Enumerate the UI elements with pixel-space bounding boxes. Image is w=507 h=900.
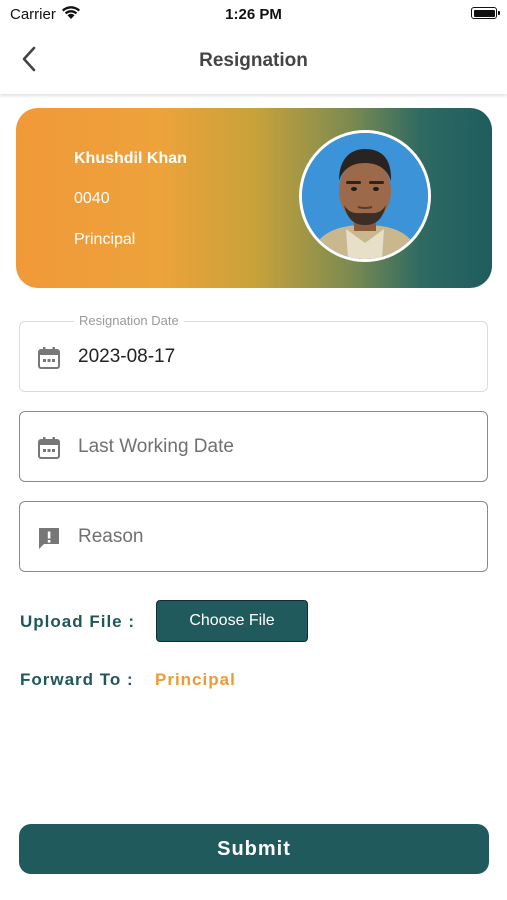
reason-field[interactable]: Reason <box>19 501 488 572</box>
calendar-icon <box>38 347 60 369</box>
resignation-date-label: Resignation Date <box>74 313 184 328</box>
status-time: 1:26 PM <box>225 6 282 23</box>
submit-button[interactable]: Submit <box>19 824 489 874</box>
upload-file-label: Upload File : <box>20 612 135 631</box>
last-working-date-placeholder: Last Working Date <box>78 436 234 457</box>
profile-photo <box>302 133 428 259</box>
choose-file-button[interactable]: Choose File <box>156 600 308 642</box>
profile-role: Principal <box>74 231 136 248</box>
profile-card: Khushdil Khan 0040 Principal <box>16 108 492 288</box>
feedback-icon <box>39 528 59 549</box>
page-title: Resignation <box>199 50 308 71</box>
status-bar: Carrier 1:26 PM <box>0 0 507 28</box>
avatar <box>299 130 431 262</box>
navigation-bar: Resignation <box>0 28 507 94</box>
calendar-icon <box>38 437 60 459</box>
profile-employee-id: 0040 <box>74 190 110 207</box>
forward-to-label: Forward To : <box>20 670 134 689</box>
resignation-date-field[interactable]: Resignation Date 2023-08-17 <box>19 313 488 392</box>
forward-to-value: Principal <box>155 670 236 689</box>
battery-icon <box>471 7 500 19</box>
resignation-date-value: 2023-08-17 <box>78 346 176 367</box>
profile-name: Khushdil Khan <box>74 150 187 167</box>
last-working-date-field[interactable]: Last Working Date <box>19 411 488 482</box>
reason-placeholder: Reason <box>78 526 144 547</box>
